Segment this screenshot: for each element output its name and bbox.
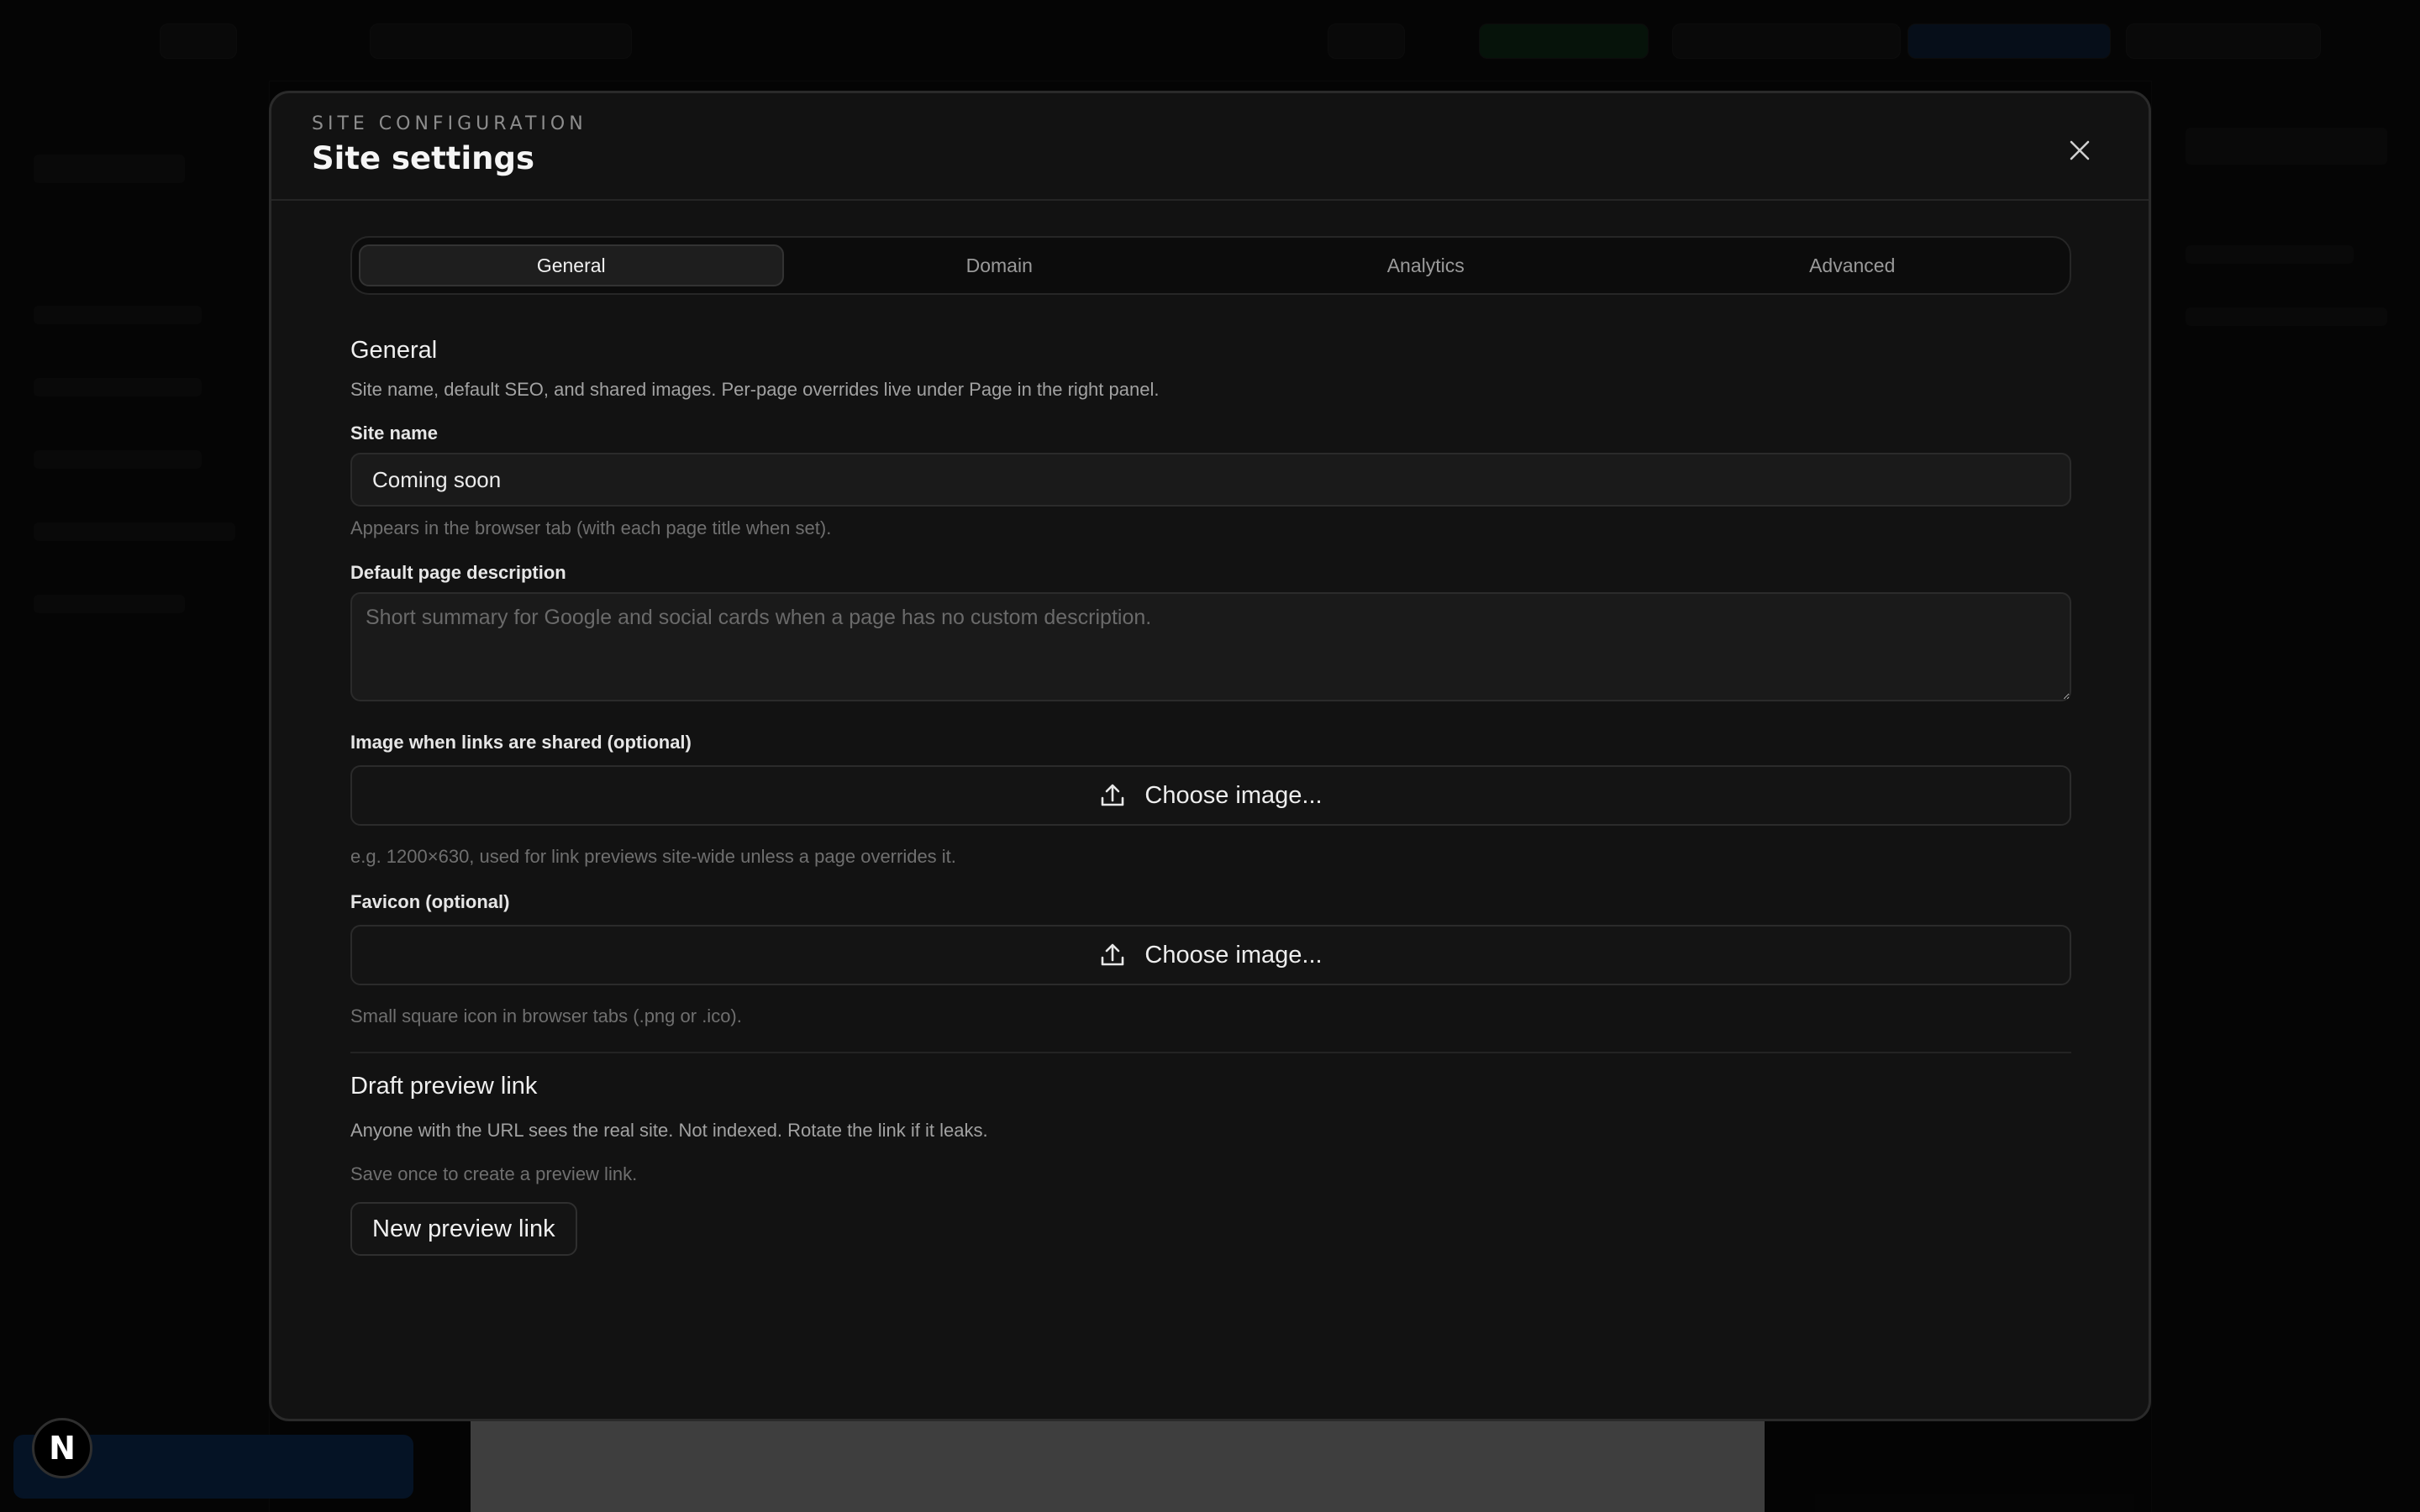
framework-badge[interactable]: N bbox=[32, 1418, 92, 1478]
upload-icon bbox=[1102, 943, 1124, 966]
close-icon bbox=[2070, 140, 2090, 160]
tab-domain[interactable]: Domain bbox=[789, 244, 1211, 286]
site-name-hint: Appears in the browser tab (with each pa… bbox=[350, 517, 832, 538]
share-image-label: Image when links are shared (optional) bbox=[350, 732, 692, 753]
dialog-title: Site settings bbox=[312, 140, 535, 176]
draft-preview-description: Anyone with the URL sees the real site. … bbox=[350, 1120, 988, 1141]
draft-preview-hint: Save once to create a preview link. bbox=[350, 1163, 638, 1184]
favicon-label: Favicon (optional) bbox=[350, 891, 510, 912]
settings-tabs: General Domain Analytics Advanced bbox=[350, 236, 2071, 295]
new-preview-link-button[interactable]: New preview link bbox=[350, 1202, 577, 1256]
page-description-textarea[interactable] bbox=[350, 592, 2071, 701]
badge-letter: N bbox=[49, 1430, 76, 1467]
page-description-label: Default page description bbox=[350, 562, 566, 583]
tab-analytics[interactable]: Analytics bbox=[1215, 244, 1637, 286]
tab-advanced[interactable]: Advanced bbox=[1642, 244, 2064, 286]
draft-preview-title: Draft preview link bbox=[350, 1073, 538, 1100]
dialog-header: SITE CONFIGURATION Site settings bbox=[271, 93, 2149, 201]
site-settings-dialog: SITE CONFIGURATION Site settings General… bbox=[269, 91, 2151, 1421]
close-button[interactable] bbox=[2060, 130, 2100, 171]
section-divider bbox=[350, 1052, 2071, 1053]
upload-icon bbox=[1102, 784, 1124, 806]
share-image-upload-label: Choose image... bbox=[1144, 781, 1323, 809]
share-image-hint: e.g. 1200×630, used for link previews si… bbox=[350, 846, 956, 867]
general-section-description: Site name, default SEO, and shared image… bbox=[350, 379, 1160, 400]
share-image-upload-button[interactable]: Choose image... bbox=[350, 765, 2071, 826]
site-name-input[interactable] bbox=[350, 453, 2071, 507]
favicon-upload-label: Choose image... bbox=[1144, 941, 1323, 969]
favicon-upload-button[interactable]: Choose image... bbox=[350, 925, 2071, 985]
dialog-eyebrow: SITE CONFIGURATION bbox=[312, 113, 587, 134]
favicon-hint: Small square icon in browser tabs (.png … bbox=[350, 1005, 742, 1026]
tab-general[interactable]: General bbox=[359, 244, 784, 286]
site-name-label: Site name bbox=[350, 423, 438, 444]
general-section-title: General bbox=[350, 337, 438, 364]
